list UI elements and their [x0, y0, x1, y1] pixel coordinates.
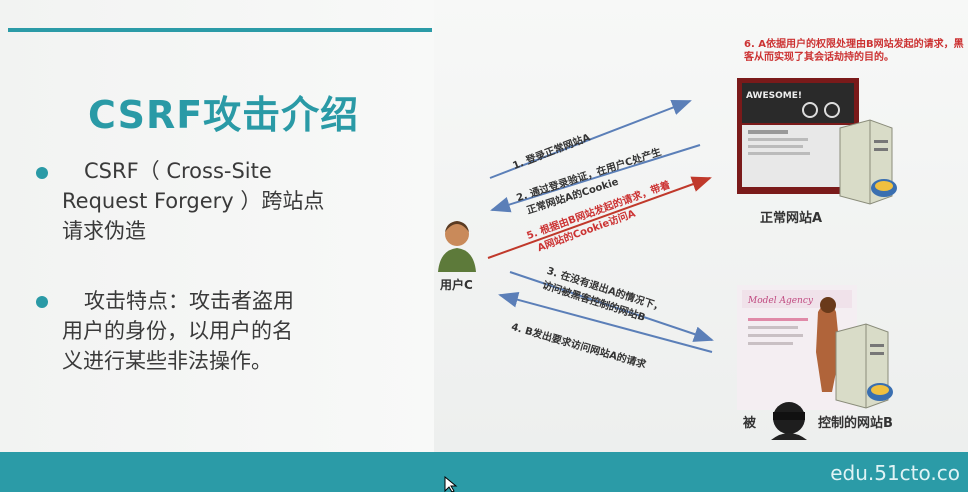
site-b-label: 控制的网站B [818, 416, 893, 431]
bullet-line: 用户的身份，以用户的名 [62, 319, 293, 343]
csrf-diagram: AWESOME! Model Agency [438, 78, 897, 440]
bullet-line: 义进行某些非法操作。 [62, 349, 272, 373]
site-a-banner: AWESOME! [746, 91, 802, 101]
user-c-label: 用户C [440, 278, 473, 292]
footer-bar [0, 452, 968, 492]
bullet-line: CSRF（ Cross-Site [84, 159, 272, 183]
user-avatar-icon [438, 221, 476, 272]
bullet-text-csrf: CSRF（ Cross-Site Request Forgery ）跨站点 请求… [62, 156, 362, 246]
site-b-label-prefix: 被 [743, 416, 757, 431]
slide: CSRF攻击介绍 CSRF（ Cross-Site Request Forger… [0, 0, 968, 492]
slide-title: CSRF攻击介绍 [88, 93, 360, 137]
bullet-dot [36, 296, 48, 308]
bullet-line: 攻击特点：攻击者盗用 [84, 289, 294, 313]
site-a-label: 正常网站A [760, 211, 823, 226]
watermark: edu.51cto.co [830, 461, 960, 485]
slide-text-panel: CSRF攻击介绍 CSRF（ Cross-Site Request Forger… [0, 0, 434, 452]
bullet-line: Request Forgery ）跨站点 [62, 189, 325, 213]
server-a-icon [839, 119, 897, 205]
bullet-text-features: 攻击特点：攻击者盗用 用户的身份，以用户的名 义进行某些非法操作。 [62, 286, 362, 376]
step-6-note: 6. A依据用户的权限处理由B网站发起的请求，黑客从而实现了其会话劫持的目的。 [744, 39, 964, 63]
mouse-cursor-icon [444, 476, 458, 492]
server-b-icon [835, 323, 893, 409]
title-rule [8, 28, 432, 32]
site-b-banner: Model Agency [747, 296, 814, 306]
bullet-dot [36, 167, 48, 179]
bullet-line: 请求伪造 [62, 219, 146, 243]
